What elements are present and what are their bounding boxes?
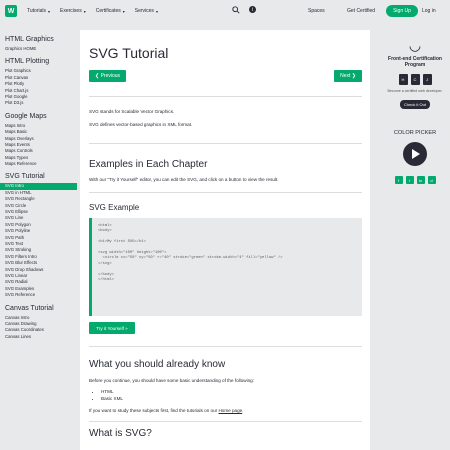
chevron-down-icon: ▾ xyxy=(122,8,125,14)
right-ad-column: ◡ Front-end Certification Program H C J … xyxy=(380,30,450,450)
discord-icon[interactable]: d xyxy=(427,176,436,184)
sidebar-heading: HTML Plotting xyxy=(5,58,50,66)
code-example: <html> <body> <h1>My first SVG</h1> <svg wi… xyxy=(89,218,362,316)
chevron-down-icon: ▾ xyxy=(155,8,158,14)
previous-button[interactable]: ❮ Previous xyxy=(89,70,127,82)
log-in-button[interactable]: Log in xyxy=(422,8,436,14)
nav-exercises[interactable]: Exercises ▾ xyxy=(60,8,86,14)
check-it-out-button[interactable]: Check it Out xyxy=(400,100,430,109)
divider xyxy=(89,346,362,347)
sidebar-heading: Google Maps xyxy=(5,112,47,120)
info-icon[interactable]: i xyxy=(249,6,256,13)
top-nav: W Tutorials ▾ Exercises ▾ Certificates ▾… xyxy=(0,0,450,22)
divider xyxy=(89,96,362,97)
instagram-icon[interactable]: i xyxy=(405,176,414,184)
study-text-end: . xyxy=(242,408,244,413)
smile-icon: ◡ xyxy=(408,37,422,53)
w3-logo[interactable]: W xyxy=(5,5,17,17)
color-picker-icon[interactable] xyxy=(403,142,427,166)
sidebar-heading: SVG Tutorial xyxy=(5,173,45,181)
list-item: Basic XML xyxy=(101,396,370,403)
svg-example-heading: SVG Example xyxy=(89,203,140,212)
nav-get-certified[interactable]: Get Certified xyxy=(347,8,375,14)
home-page-link[interactable]: Home page xyxy=(218,408,242,413)
facebook-icon[interactable]: f xyxy=(394,176,403,184)
js-badge-icon: J xyxy=(422,74,432,85)
divider xyxy=(89,421,362,422)
nav-services[interactable]: Services ▾ xyxy=(135,8,158,14)
sidebar-item[interactable]: Graphics HOME xyxy=(0,46,77,52)
next-button[interactable]: Next ❯ xyxy=(334,70,362,82)
nav-certificates-label: Certificates xyxy=(95,8,121,14)
know-text: Before you continue, you should have som… xyxy=(89,378,254,383)
code-line: </html> xyxy=(98,277,114,282)
linkedin-icon[interactable]: in xyxy=(416,176,425,184)
intro-text-2: SVG defines vector-based graphics in XML… xyxy=(89,122,193,127)
divider xyxy=(89,143,362,144)
examples-text: With our "Try it Yourself" editor, you c… xyxy=(89,177,279,182)
sidebar-item[interactable]: Plot D3.js xyxy=(0,100,77,106)
next-section-heading: What is SVG? xyxy=(89,428,152,439)
nav-services-label: Services xyxy=(134,8,154,14)
search-icon[interactable] xyxy=(232,6,240,16)
pager-top: ❮ Previous Next ❯ xyxy=(89,70,362,82)
nav-exercises-label: Exercises xyxy=(60,8,82,14)
sidebar-item[interactable]: Maps Reference xyxy=(0,161,77,167)
main-content: SVG Tutorial ❮ Previous Next ❯ SVG stand… xyxy=(80,30,370,450)
study-text: If you want to study these subjects firs… xyxy=(89,408,370,413)
color-picker-heading: COLOR PICKER xyxy=(393,130,437,136)
sign-up-button[interactable]: Sign Up xyxy=(386,5,418,17)
chevron-down-icon: ▾ xyxy=(83,8,86,14)
sidebar: HTML Graphics Graphics HOME HTML Plotting P… xyxy=(0,30,77,450)
divider xyxy=(89,192,362,193)
sidebar-heading: HTML Graphics xyxy=(5,36,54,43)
try-it-button[interactable]: Try it Yourself » xyxy=(89,322,135,334)
sidebar-item[interactable]: Canvas Lines xyxy=(0,334,77,340)
examples-heading: Examples in Each Chapter xyxy=(89,159,208,170)
know-list: HTML Basic XML xyxy=(89,389,370,403)
nav-tutorials-label: Tutorials xyxy=(27,8,46,14)
css-badge-icon: C xyxy=(410,74,420,85)
nav-spaces[interactable]: Spaces xyxy=(308,8,325,14)
social-links: f i in d xyxy=(380,176,450,184)
cert-mini-text: Become a certified web developer. xyxy=(387,89,443,93)
chevron-down-icon: ▾ xyxy=(48,8,51,14)
sidebar-item[interactable]: SVG Reference xyxy=(0,292,77,298)
nav-tutorials[interactable]: Tutorials ▾ xyxy=(27,8,50,14)
list-item: HTML xyxy=(101,389,370,396)
nav-certificates[interactable]: Certificates ▾ xyxy=(96,8,125,14)
frontend-cert-title: Front-end Certification Program xyxy=(388,56,442,68)
study-text-body: If you want to study these subjects firs… xyxy=(89,408,218,413)
intro-text-1: SVG stands for Scalable Vector Graphics. xyxy=(89,109,175,114)
html-badge-icon: H xyxy=(398,74,408,85)
cert-badges: H C J xyxy=(380,74,450,85)
page-title: SVG Tutorial xyxy=(89,45,169,61)
sidebar-heading: Canvas Tutorial xyxy=(5,304,54,312)
know-heading: What you should already know xyxy=(89,359,226,370)
